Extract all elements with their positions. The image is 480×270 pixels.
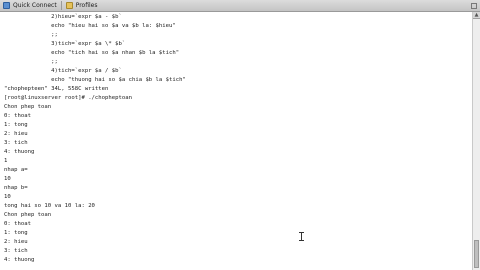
terminal-line: 2: hieu [4, 239, 28, 245]
terminal-line: 2: hieu [4, 131, 28, 137]
terminal-line: 4: thuong [4, 257, 35, 263]
toolbar-separator [60, 1, 62, 10]
terminal-line: 3: tich [4, 248, 28, 254]
terminal-line: 0: thoat [4, 221, 31, 227]
terminal-line: "chophepteen" 34L, 558C written [4, 86, 109, 92]
terminal-line: 10 [4, 176, 11, 182]
profiles-label: Profiles [75, 2, 98, 9]
quick-connect-icon [3, 2, 10, 9]
terminal-line: 3: tich [4, 140, 28, 146]
terminal-line: tong hai so 10 va 10 la: 20 [4, 203, 95, 209]
profiles-folder-icon [65, 2, 73, 9]
text-cursor-icon [299, 232, 304, 241]
terminal-line: ;; [4, 59, 58, 65]
terminal-line: 10 [4, 194, 11, 200]
toolbar: Quick Connect Profiles [0, 0, 480, 12]
terminal-line: nhap b= [4, 185, 28, 191]
terminal-line: echo "hieu hai so $a va $b la: $hieu" [4, 23, 176, 29]
terminal-line: 3)tich=`expr $a \* $b` [4, 41, 126, 47]
terminal-line: 1: tong [4, 122, 28, 128]
terminal-line: 1: tong [4, 230, 28, 236]
quick-connect-button[interactable]: Quick Connect [0, 0, 60, 11]
vertical-scrollbar[interactable]: ▲ [472, 12, 480, 270]
terminal-line: Chon phep toan [4, 212, 52, 218]
terminal-line: echo "thuong hai so $a chia $b la $tich" [4, 77, 186, 83]
profiles-button[interactable]: Profiles [63, 0, 101, 11]
quick-connect-label: Quick Connect [13, 2, 57, 9]
terminal-line: [root@linuxserver root]# ./chopheptoan [4, 95, 132, 101]
scroll-up-arrow-icon[interactable]: ▲ [473, 12, 480, 19]
terminal-line: 0: thoat [4, 113, 31, 119]
terminal-line: ;; [4, 32, 58, 38]
terminal-output[interactable]: 2)hieu=`expr $a - $b` echo "hieu hai so … [0, 12, 472, 270]
terminal-line: 4)tich=`expr $a / $b` [4, 68, 122, 74]
terminal-line: Chon phep toan [4, 104, 52, 110]
terminal-line: nhap a= [4, 167, 28, 173]
terminal-line: 2)hieu=`expr $a - $b` [4, 14, 122, 20]
terminal-line: 1 [4, 158, 8, 164]
window-control-icon[interactable] [471, 2, 477, 9]
scrollbar-thumb[interactable] [474, 240, 479, 268]
ssh-client-window: Quick Connect Profiles 2)hieu=`expr $a -… [0, 0, 480, 270]
terminal-line: echo "tich hai so $a nhan $b la $tich" [4, 50, 180, 56]
terminal-line: 4: thuong [4, 149, 35, 155]
